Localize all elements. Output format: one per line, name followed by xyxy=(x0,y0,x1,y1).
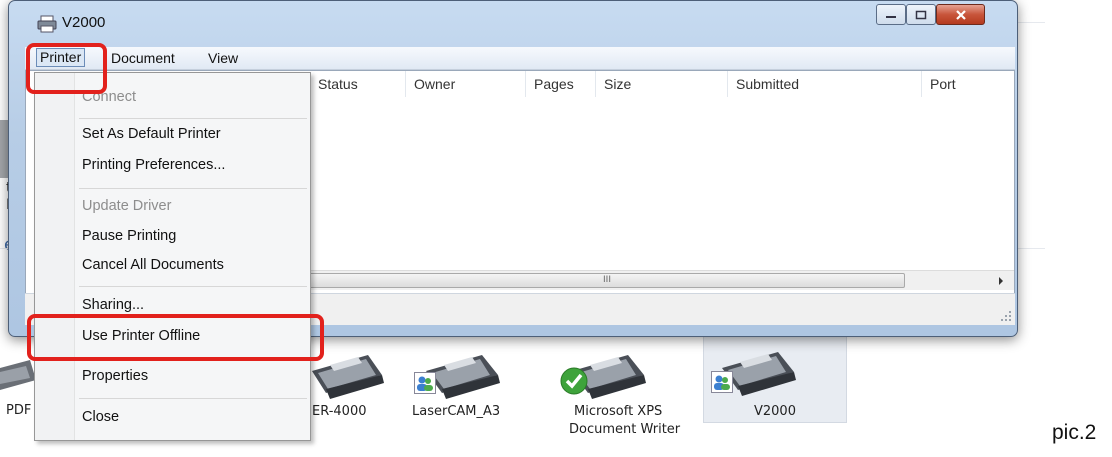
default-check-icon xyxy=(560,367,588,395)
resize-grip-icon[interactable] xyxy=(1000,310,1012,322)
printer-label: V2000 xyxy=(754,404,796,419)
menu-item-properties[interactable]: Properties xyxy=(82,368,148,384)
menu-separator xyxy=(79,118,307,119)
menu-item-pause-printing[interactable]: Pause Printing xyxy=(82,228,176,244)
menu-view[interactable]: View xyxy=(208,50,238,66)
maximize-button[interactable] xyxy=(906,4,936,25)
menu-document[interactable]: Document xyxy=(111,50,175,66)
user-badge-icon xyxy=(414,372,436,394)
user-badge-icon xyxy=(711,371,733,393)
highlight-printer-menu xyxy=(26,43,107,94)
column-header-status[interactable]: Status xyxy=(310,71,406,97)
close-icon xyxy=(955,9,966,20)
menu-item-close[interactable]: Close xyxy=(82,409,119,425)
figure-label: pic.2 xyxy=(1052,421,1097,444)
highlight-use-printer-offline xyxy=(27,314,324,361)
column-header-owner[interactable]: Owner xyxy=(406,71,526,97)
column-header-submitted[interactable]: Submitted xyxy=(728,71,922,97)
column-header-size[interactable]: Size xyxy=(596,71,728,97)
horizontal-scrollbar[interactable]: III xyxy=(309,270,1014,290)
minimize-icon xyxy=(886,15,896,18)
menu-icon-gutter xyxy=(35,73,75,440)
scrollbar-grip: III xyxy=(603,275,611,285)
minimize-button[interactable] xyxy=(876,4,906,25)
column-header-pages[interactable]: Pages xyxy=(526,71,596,97)
close-button[interactable] xyxy=(936,4,985,25)
menu-item-cancel-all[interactable]: Cancel All Documents xyxy=(82,257,224,273)
printer-icon xyxy=(37,15,57,33)
bg-label-pdf: PDF xyxy=(6,403,32,418)
menu-item-update-driver[interactable]: Update Driver xyxy=(82,198,171,214)
bg-separator-top xyxy=(1015,22,1045,23)
column-header-port[interactable]: Port xyxy=(922,71,1014,97)
menu-separator xyxy=(79,286,307,287)
scrollbar-thumb[interactable]: III xyxy=(309,273,905,288)
printer-label-line2: Document Writer xyxy=(569,422,681,437)
menu-separator xyxy=(79,188,307,189)
menu-item-printing-preferences[interactable]: Printing Preferences... xyxy=(82,157,225,173)
scroll-right-icon[interactable] xyxy=(997,276,1005,286)
printer-menu-dropdown: Connect Set As Default Printer Printing … xyxy=(34,72,311,441)
printer-label: LaserCAM_A3 xyxy=(412,404,501,419)
printer-label: ER-4000 xyxy=(312,404,367,419)
printer-label-line1: Microsoft XPS xyxy=(574,404,663,419)
maximize-icon xyxy=(915,10,927,19)
menu-bar: Printer Document View xyxy=(25,47,1015,70)
menu-item-set-default[interactable]: Set As Default Printer xyxy=(82,126,221,142)
menu-separator xyxy=(79,398,307,399)
window-title: V2000 xyxy=(62,14,106,31)
menu-item-sharing[interactable]: Sharing... xyxy=(82,297,144,313)
